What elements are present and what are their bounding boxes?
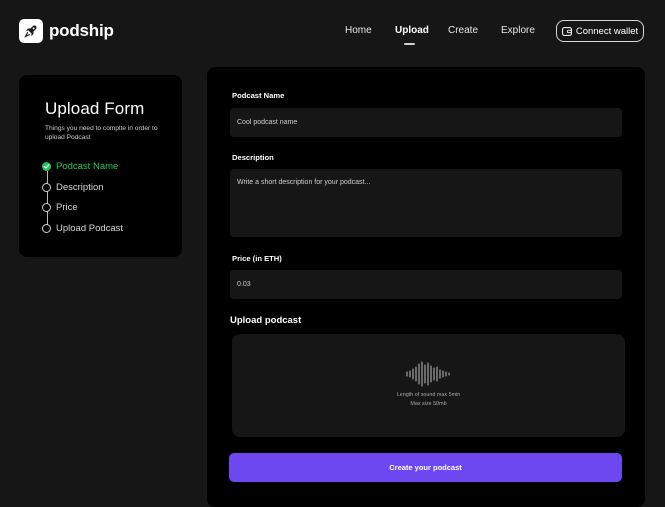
description-label: Description (232, 153, 274, 162)
upload-form-card: Podcast Name Cool podcast name Descripti… (207, 67, 645, 507)
connect-wallet-label: Connect wallet (575, 25, 639, 37)
audio-dropzone[interactable]: Length of sound max 5min Max size 50mb (232, 334, 625, 437)
description-textarea[interactable]: Write a short description for your podca… (230, 169, 622, 237)
upload-steps-card: Upload Form Things you need to complte i… (19, 75, 182, 257)
upload-podcast-label: Upload podcast (230, 315, 302, 326)
check-icon (42, 162, 51, 171)
connect-wallet-button[interactable]: Connect wallet (556, 20, 644, 42)
nav-explore[interactable]: Explore (501, 25, 535, 36)
step-label: Price (56, 202, 78, 213)
step-label: Podcast Name (56, 161, 119, 172)
nav-home[interactable]: Home (345, 25, 372, 36)
step-description: Description (42, 182, 104, 193)
steps-connector (47, 171, 48, 231)
upload-length-hint: Length of sound max 5min (396, 392, 461, 398)
upload-form-subtitle: Things you need to complte in order to u… (45, 125, 158, 141)
step-circle-icon (42, 203, 51, 212)
step-label: Upload Podcast (56, 223, 124, 234)
step-podcast-name: Podcast Name (42, 161, 118, 172)
create-podcast-button[interactable]: Create your podcast (229, 453, 622, 482)
price-input[interactable]: 0.03 (230, 270, 622, 299)
podcast-name-label: Podcast Name (232, 91, 285, 100)
nav-create[interactable]: Create (448, 25, 478, 36)
step-upload-podcast: Upload Podcast (42, 223, 123, 234)
nav-active-indicator (404, 43, 415, 45)
upload-size-hint: Max size 50mb (410, 401, 447, 407)
sound-wave-icon (406, 361, 450, 387)
step-label: Description (56, 182, 104, 193)
upload-form-title: Upload Form (45, 99, 145, 118)
step-price: Price (42, 202, 78, 213)
step-circle-icon (42, 224, 51, 233)
nav-upload[interactable]: Upload (395, 25, 429, 36)
wallet-icon (561, 26, 572, 36)
price-label: Price (in ETH) (232, 254, 282, 263)
podcast-name-input[interactable]: Cool podcast name (230, 108, 622, 137)
step-circle-icon (42, 183, 51, 192)
